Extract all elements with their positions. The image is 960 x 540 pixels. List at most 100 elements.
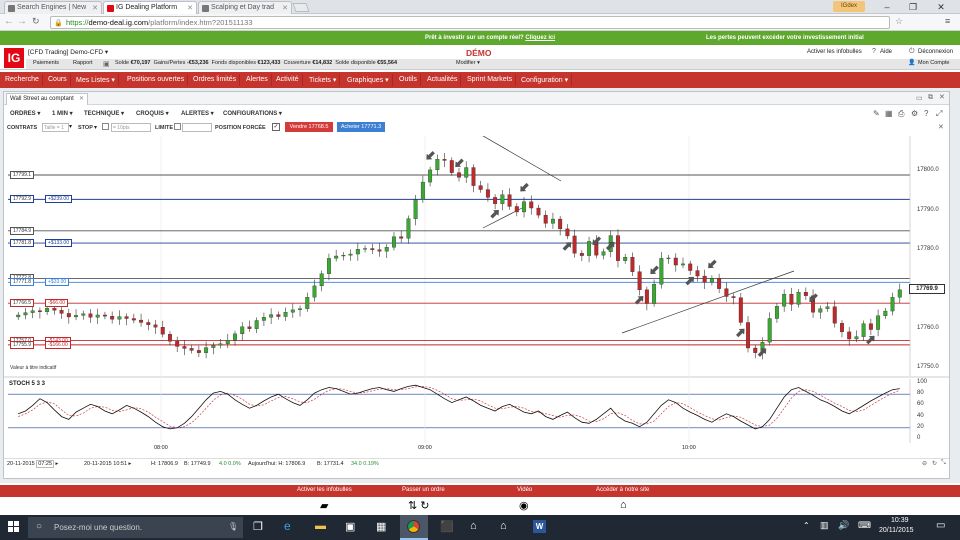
toolbar-technique[interactable]: TECHNIQUE ▾ [84, 110, 124, 117]
candle[interactable] [832, 306, 837, 324]
pane-divider[interactable] [4, 376, 949, 378]
candle[interactable] [124, 316, 129, 319]
candle[interactable] [767, 318, 772, 343]
candle[interactable] [507, 194, 512, 207]
date-range-end[interactable]: 20-11-2015 10:51 ▸ [84, 461, 131, 467]
candle[interactable] [688, 263, 693, 271]
tray-chevron-icon[interactable]: ⌃ [803, 521, 810, 530]
home-icon[interactable]: ⌂ [620, 499, 627, 511]
reload-icon[interactable]: ↻ [32, 16, 40, 27]
date-range-start[interactable]: 20-11-2015 07:25 ▸ [7, 460, 58, 468]
help-icon[interactable]: ? [872, 48, 876, 55]
cortana-search-box[interactable]: ○ Posez-moi une question. 🎙 [28, 517, 243, 538]
candle[interactable] [890, 297, 895, 312]
maximize-icon[interactable]: ❐ [904, 2, 922, 13]
candle[interactable] [854, 336, 859, 340]
candle[interactable] [334, 255, 339, 259]
candle[interactable] [45, 308, 50, 312]
popout-icon[interactable]: ⧉ [928, 94, 933, 102]
logout-icon[interactable]: ⏻ [909, 48, 915, 56]
candle[interactable] [883, 310, 888, 316]
sell-button[interactable]: Vendre 17768.5 [285, 122, 333, 132]
candle[interactable] [326, 258, 331, 274]
candle[interactable] [225, 339, 230, 344]
candle[interactable] [153, 324, 158, 328]
nav-ordres-limites[interactable]: Ordres limités [190, 74, 241, 86]
chrome-taskbar-button[interactable] [400, 515, 428, 540]
network-icon[interactable]: ▥ [820, 520, 829, 531]
forced-position-checkbox[interactable]: ✓ [272, 123, 280, 131]
candle[interactable] [59, 310, 64, 314]
nav-tickets[interactable]: Tickets ▾ [306, 74, 341, 86]
candle[interactable] [478, 185, 483, 190]
chat-icon[interactable]: ▰ [320, 499, 328, 512]
nav-mes-listes[interactable]: Mes Listes ▾ [73, 74, 119, 86]
candle[interactable] [95, 314, 100, 318]
candle[interactable] [637, 271, 642, 290]
candle[interactable] [348, 253, 353, 256]
candle[interactable] [681, 263, 685, 266]
candle[interactable] [442, 159, 447, 161]
account-selector[interactable]: [CFD Trading] Demo-CFD ▾ [28, 48, 108, 56]
candle[interactable] [276, 314, 281, 317]
level-price-label[interactable]: 17766.5 [10, 299, 35, 308]
toolbar-ordres[interactable]: ORDRES ▾ [10, 110, 40, 117]
nav-positions-ouvertes[interactable]: Positions ouvertes [124, 74, 189, 86]
bottom-tooltips[interactable]: Activer les infobulles [297, 487, 352, 493]
candle[interactable] [261, 317, 266, 321]
candle[interactable] [117, 316, 122, 320]
payments-link[interactable]: Paiements [33, 60, 59, 66]
candle[interactable] [550, 218, 555, 224]
level-price-label[interactable]: 17792.9 [10, 195, 35, 204]
media-icon[interactable]: ▦ [376, 520, 386, 533]
promo-link[interactable]: Cliquez ici [525, 35, 555, 41]
price-chart[interactable] [4, 136, 949, 377]
task-view-icon[interactable]: ❐ [253, 520, 263, 533]
notifications-icon[interactable]: ▭ [936, 520, 945, 531]
pattern-arrow[interactable] [424, 150, 436, 162]
candle[interactable] [782, 293, 787, 307]
print-icon[interactable]: ⎙ [898, 109, 904, 119]
close-icon[interactable]: ✕ [92, 4, 98, 12]
bottom-visit-site[interactable]: Accéder à notre site [596, 487, 649, 493]
panel-tab-wall-street[interactable]: Wall Street au comptant ✕ [6, 93, 88, 105]
candle[interactable] [363, 248, 368, 250]
candle[interactable] [825, 306, 830, 309]
bottom-place-order[interactable]: Passer un ordre [402, 487, 445, 493]
resize-icon[interactable]: ⤡ [941, 460, 946, 467]
volume-icon[interactable]: 🔊 [838, 520, 849, 531]
candle[interactable] [522, 201, 526, 213]
candle[interactable] [659, 258, 664, 285]
level-pnl-label[interactable]: +$239.00 [45, 195, 72, 204]
bookmark-star-icon[interactable]: ☆ [895, 16, 903, 27]
candle[interactable] [861, 323, 866, 337]
nav-actualites[interactable]: Actualités [424, 74, 462, 86]
candle[interactable] [847, 331, 852, 340]
candle[interactable] [565, 228, 570, 237]
candle[interactable] [66, 313, 71, 318]
size-input[interactable]: Taille = 1 [42, 123, 69, 132]
candle[interactable] [370, 248, 375, 250]
candle[interactable] [355, 249, 360, 255]
candle[interactable] [81, 313, 86, 316]
candle[interactable] [110, 316, 115, 320]
pattern-arrow[interactable] [453, 157, 465, 169]
close-icon[interactable]: ✕ [187, 4, 193, 12]
zoom-out-icon[interactable]: ⊖ [922, 460, 927, 467]
candle[interactable] [738, 297, 743, 323]
candle[interactable] [623, 257, 628, 261]
candle[interactable] [695, 270, 700, 277]
level-price-label[interactable]: 17781.8 [10, 239, 35, 248]
candle[interactable] [384, 247, 389, 252]
nav-outils[interactable]: Outils [396, 74, 421, 86]
candle[interactable] [392, 236, 396, 248]
candle[interactable] [753, 347, 758, 353]
candle[interactable] [88, 313, 93, 318]
pattern-arrow[interactable] [865, 334, 877, 346]
candle[interactable] [218, 343, 223, 346]
fullscreen-icon[interactable]: ⤢ [936, 109, 942, 119]
candle[interactable] [52, 308, 57, 311]
candle[interactable] [500, 194, 505, 204]
pattern-arrow[interactable] [634, 294, 646, 306]
level-price-label[interactable]: 17755.9 [10, 340, 35, 349]
